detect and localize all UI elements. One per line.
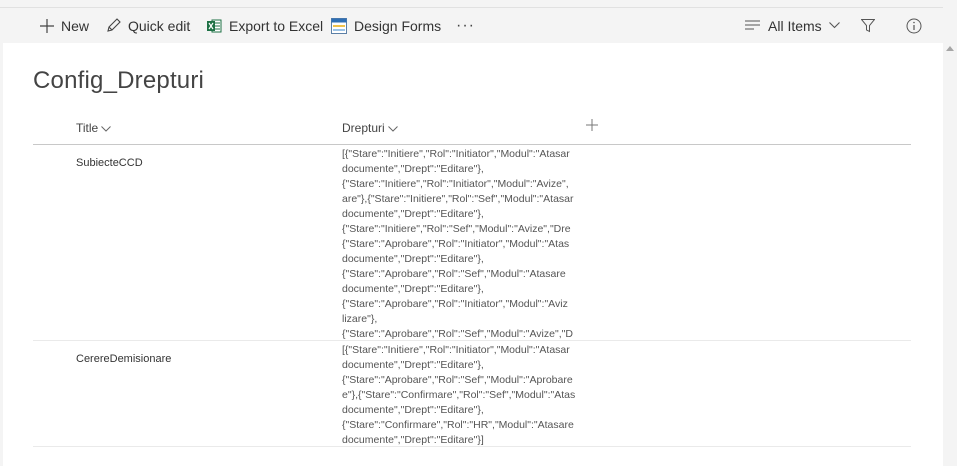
column-header-title[interactable]: Title xyxy=(76,121,112,135)
design-forms-label: Design Forms xyxy=(354,17,442,34)
scroll-up-arrow-icon[interactable] xyxy=(946,46,954,51)
drepturi-line: documente","Drept":"Editare"}, xyxy=(342,208,484,220)
info-button[interactable] xyxy=(906,8,922,43)
drepturi-line: {"Stare":"Confirmare","Rol":"HR","Modul"… xyxy=(342,419,574,431)
table-row[interactable]: CerereDemisionare [{"Stare":"Initiere","… xyxy=(33,341,911,447)
pencil-icon xyxy=(106,18,121,33)
drepturi-line: {"Stare":"Aprobare","Rol":"Sef","Modul":… xyxy=(342,374,573,386)
row-drepturi: [{"Stare":"Initiere","Rol":"Initiator","… xyxy=(342,147,575,341)
more-options-button[interactable]: ··· xyxy=(456,8,475,43)
drepturi-line: [{"Stare":"Initiere","Rol":"Initiator","… xyxy=(342,148,570,160)
chevron-down-icon xyxy=(101,121,112,135)
row-title[interactable]: CerereDemisionare xyxy=(76,353,171,365)
drepturi-line: {"Stare":"Aprobare","Rol":"Initiator","M… xyxy=(342,298,568,310)
drepturi-line: documente","Drept":"Editare"}, xyxy=(342,253,484,265)
filter-button[interactable] xyxy=(861,8,875,43)
column-header-title-label: Title xyxy=(76,121,99,135)
quick-edit-button[interactable]: Quick edit xyxy=(106,8,190,43)
list-view: Config_Drepturi Title Drepturi SubiecteC… xyxy=(3,43,943,466)
drepturi-line: {"Stare":"Aprobare","Rol":"Initiator","M… xyxy=(342,238,570,250)
new-label: New xyxy=(61,17,90,34)
command-bar: New Quick edit Export to Excel Design Fo… xyxy=(0,7,943,43)
drepturi-line: documente","Drept":"Editare"}, xyxy=(342,283,484,295)
page-title: Config_Drepturi xyxy=(33,67,205,94)
column-header-drepturi[interactable]: Drepturi xyxy=(342,121,398,135)
row-title[interactable]: SubiecteCCD xyxy=(76,157,143,169)
design-forms-button[interactable]: Design Forms xyxy=(331,8,441,43)
quick-edit-label: Quick edit xyxy=(128,17,191,34)
view-lines-icon xyxy=(745,19,761,32)
drepturi-line: {"Stare":"Aprobare","Rol":"Sef","Modul":… xyxy=(342,328,573,340)
drepturi-line: documente","Drept":"Editare"}, xyxy=(342,359,484,371)
column-header-drepturi-label: Drepturi xyxy=(342,121,385,135)
drepturi-line: documente","Drept":"Editare"}] xyxy=(342,434,484,446)
excel-icon xyxy=(207,19,222,33)
drepturi-line: {"Stare":"Initiere","Rol":"Initiator","M… xyxy=(342,178,569,190)
export-to-excel-button[interactable]: Export to Excel xyxy=(207,8,323,43)
add-column-button[interactable] xyxy=(586,119,598,135)
form-icon xyxy=(331,17,347,34)
view-selector[interactable]: All Items xyxy=(745,8,840,43)
plus-icon xyxy=(586,118,598,135)
vertical-scrollbar[interactable] xyxy=(943,43,957,466)
row-drepturi: [{"Stare":"Initiere","Rol":"Initiator","… xyxy=(342,343,575,447)
drepturi-line: {"Stare":"Initiere","Rol":"Sef","Modul":… xyxy=(342,223,571,235)
new-button[interactable]: New xyxy=(40,8,89,43)
drepturi-line: lizare"}, xyxy=(342,313,378,325)
filter-icon xyxy=(861,18,875,33)
info-icon xyxy=(906,18,922,34)
drepturi-line: e"},{"Stare":"Confirmare","Rol":"Sef","M… xyxy=(342,389,575,401)
chevron-down-icon xyxy=(387,121,398,135)
chevron-down-icon xyxy=(828,22,840,29)
drepturi-line: {"Stare":"Aprobare","Rol":"Sef","Modul":… xyxy=(342,268,566,280)
drepturi-line: are"},{"Stare":"Initiere","Rol":"Sef","M… xyxy=(342,193,574,205)
drepturi-line: [{"Stare":"Initiere","Rol":"Initiator","… xyxy=(342,344,570,356)
plus-icon xyxy=(40,18,54,33)
drepturi-line: documente","Drept":"Editare"}, xyxy=(342,404,484,416)
export-label: Export to Excel xyxy=(229,17,324,34)
table-row[interactable]: SubiecteCCD [{"Stare":"Initiere","Rol":"… xyxy=(33,145,911,341)
top-strip xyxy=(0,0,957,7)
more-label: ··· xyxy=(456,16,475,34)
drepturi-line: documente","Drept":"Editare"}, xyxy=(342,163,484,175)
view-label: All Items xyxy=(768,17,822,34)
